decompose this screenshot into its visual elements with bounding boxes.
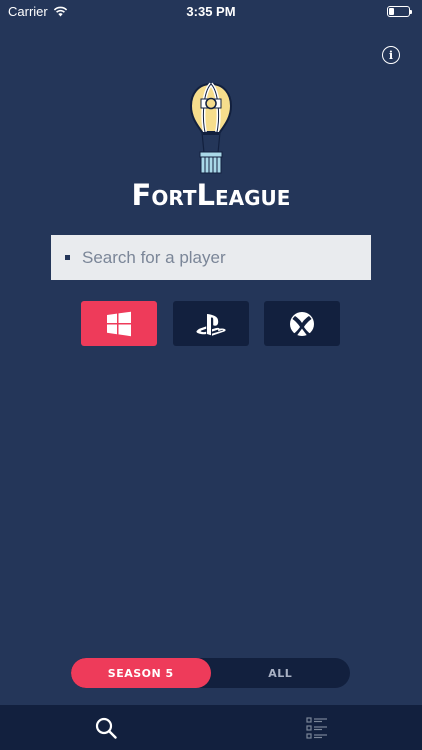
platform-pc-button[interactable]	[81, 301, 157, 346]
carrier-label: Carrier	[8, 3, 48, 19]
battery-icon	[387, 5, 412, 17]
xbox-icon	[290, 311, 314, 336]
search-box[interactable]	[51, 235, 371, 280]
tab-list[interactable]	[211, 705, 422, 750]
platform-playstation-button[interactable]	[173, 301, 249, 346]
search-bullet-icon	[65, 255, 70, 260]
list-icon	[305, 716, 327, 739]
wifi-icon	[53, 6, 67, 16]
season-toggle: Season 5 All	[71, 658, 350, 688]
balloon-logo-icon	[189, 82, 233, 174]
season-5-option[interactable]: Season 5	[71, 658, 211, 688]
platform-xbox-button[interactable]	[264, 301, 340, 346]
tab-bar	[0, 705, 422, 750]
playstation-icon	[196, 313, 226, 336]
search-input[interactable]	[82, 247, 362, 268]
info-icon: i	[388, 48, 394, 62]
windows-icon	[107, 311, 131, 336]
app-title: FortLeague	[131, 178, 291, 212]
all-seasons-option[interactable]: All	[211, 658, 351, 688]
status-left: Carrier	[8, 4, 68, 19]
tab-search[interactable]	[0, 705, 211, 750]
info-button[interactable]: i	[382, 46, 400, 64]
status-bar: Carrier 3:35 PM	[0, 0, 422, 22]
search-icon	[95, 717, 117, 739]
